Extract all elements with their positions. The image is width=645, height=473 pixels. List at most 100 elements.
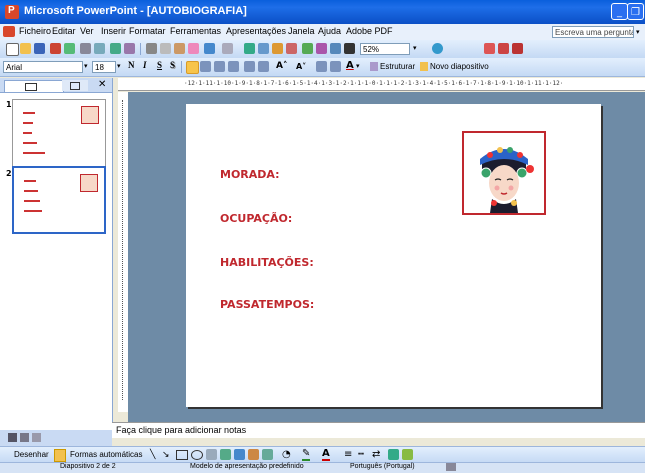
dash-style-icon[interactable]: ┅ xyxy=(358,449,364,460)
portrait-image[interactable] xyxy=(462,131,546,215)
align-right-icon[interactable] xyxy=(214,61,225,72)
font-color-draw-icon[interactable]: A xyxy=(322,448,330,461)
zoom-dropdown-icon[interactable]: ▾ xyxy=(413,44,417,52)
line-style-icon[interactable]: ≡ xyxy=(344,449,352,460)
bullets-icon[interactable] xyxy=(258,61,269,72)
zoom-select[interactable]: 52% xyxy=(360,43,410,55)
color-grayscale-icon[interactable] xyxy=(344,43,355,54)
rectangle-icon[interactable] xyxy=(176,450,188,460)
format-painter-icon[interactable] xyxy=(188,43,199,54)
open-icon[interactable] xyxy=(20,43,31,54)
undo-icon[interactable] xyxy=(204,43,215,54)
menu-inserir[interactable]: Inserir xyxy=(101,26,126,36)
slide-sorter-icon[interactable] xyxy=(20,433,29,442)
menu-formatar[interactable]: Formatar xyxy=(129,26,166,36)
help-search-input[interactable]: Escreva uma pergunta xyxy=(552,26,634,38)
fill-color-icon[interactable]: ◔ xyxy=(282,449,291,460)
print-preview-icon[interactable] xyxy=(94,43,105,54)
diagram-icon[interactable] xyxy=(234,449,245,460)
paste-icon[interactable] xyxy=(174,43,185,54)
line-color-icon[interactable]: ✎ xyxy=(302,449,311,461)
menu-janela[interactable]: Janela xyxy=(288,26,315,36)
grid-icon[interactable] xyxy=(330,43,341,54)
slide-thumbnail-1[interactable] xyxy=(12,99,106,167)
powerpoint-icon[interactable]: P xyxy=(5,5,19,19)
help-icon[interactable] xyxy=(432,43,443,54)
font-color-icon[interactable]: A xyxy=(346,60,354,71)
field-morada[interactable]: MORADA: xyxy=(220,168,280,181)
slide-canvas[interactable]: MORADA: OCUPAÇÃO: HABILITAÇÕES: PASSATEM… xyxy=(186,104,601,407)
justify-icon[interactable] xyxy=(228,61,239,72)
menu-ajuda[interactable]: Ajuda xyxy=(318,26,341,36)
menu-editar[interactable]: Editar xyxy=(52,26,76,36)
align-left-icon[interactable] xyxy=(186,61,199,74)
design-icon[interactable] xyxy=(370,62,378,71)
increase-font-icon[interactable]: A˄ xyxy=(276,61,287,71)
italic-button[interactable]: I xyxy=(143,60,147,70)
menu-ferramentas[interactable]: Ferramentas xyxy=(170,26,221,36)
new-icon[interactable] xyxy=(6,43,19,56)
shadow-button[interactable]: S xyxy=(170,60,175,70)
normal-view-icon[interactable] xyxy=(8,433,17,442)
adobe-pdf-email-icon[interactable] xyxy=(498,43,509,54)
line-icon[interactable]: ╲ xyxy=(150,450,155,460)
tab-slides[interactable] xyxy=(62,80,88,91)
new-slide-icon[interactable] xyxy=(420,62,428,71)
autoshapes-button[interactable]: Formas automáticas xyxy=(70,450,142,459)
redo-icon[interactable] xyxy=(222,43,233,54)
numbering-icon[interactable] xyxy=(244,61,255,72)
menu-apresentacoes[interactable]: Apresentações xyxy=(226,26,286,36)
research-icon[interactable] xyxy=(124,43,135,54)
print-icon[interactable] xyxy=(80,43,91,54)
minimize-icon[interactable]: _ xyxy=(611,3,628,20)
slideshow-icon[interactable] xyxy=(32,433,41,442)
decrease-font-icon[interactable]: A˅ xyxy=(296,62,306,71)
align-center-icon[interactable] xyxy=(200,61,211,72)
insert-table-icon[interactable] xyxy=(258,43,269,54)
document-icon[interactable] xyxy=(3,26,15,37)
adobe-pdf-review-icon[interactable] xyxy=(512,43,523,54)
new-slide-button[interactable]: Novo diapositivo xyxy=(430,62,489,71)
restore-icon[interactable]: ❐ xyxy=(627,3,644,20)
bold-button[interactable]: N xyxy=(128,60,135,70)
spelling-icon[interactable] xyxy=(110,43,121,54)
decrease-indent-icon[interactable] xyxy=(316,61,327,72)
tab-outline[interactable] xyxy=(4,80,64,92)
textbox-icon[interactable] xyxy=(206,449,217,460)
font-size-dropdown-icon[interactable]: ▾ xyxy=(117,62,121,70)
menu-ficheiro[interactable]: Ficheiro xyxy=(19,26,51,36)
hyperlink-icon[interactable] xyxy=(286,43,297,54)
clipart-icon[interactable] xyxy=(248,449,259,460)
picture-icon[interactable] xyxy=(262,449,273,460)
notes-area[interactable]: Faça clique para adicionar notas xyxy=(112,422,645,438)
show-formatting-icon[interactable] xyxy=(316,43,327,54)
save-icon[interactable] xyxy=(34,43,45,54)
underline-button[interactable]: S xyxy=(157,60,162,70)
shadow-style-icon[interactable] xyxy=(388,449,399,460)
select-objects-icon[interactable] xyxy=(54,449,66,462)
wordart-icon[interactable] xyxy=(220,449,231,460)
field-ocupacao[interactable]: OCUPAÇÃO: xyxy=(220,212,292,225)
permission-icon[interactable] xyxy=(50,43,61,54)
close-pane-icon[interactable]: ✕ xyxy=(98,79,106,90)
menu-adobe-pdf[interactable]: Adobe PDF xyxy=(346,26,393,36)
oval-icon[interactable] xyxy=(191,450,203,460)
field-habilitacoes[interactable]: HABILITAÇÕES: xyxy=(220,256,314,269)
increase-indent-icon[interactable] xyxy=(330,61,341,72)
design-button[interactable]: Estruturar xyxy=(380,62,415,71)
email-icon[interactable] xyxy=(64,43,75,54)
help-dropdown-icon[interactable]: ▾ xyxy=(636,28,640,36)
expand-all-icon[interactable] xyxy=(302,43,313,54)
arrow-style-icon[interactable]: ⇄ xyxy=(372,449,380,460)
adobe-pdf-icon[interactable] xyxy=(484,43,495,54)
arrow-icon[interactable]: ↘ xyxy=(162,450,170,460)
insert-chart-icon[interactable] xyxy=(244,43,255,54)
font-dropdown-icon[interactable]: ▾ xyxy=(84,62,88,70)
cut-icon[interactable] xyxy=(146,43,157,54)
draw-menu-button[interactable]: Desenhar xyxy=(14,450,49,459)
menu-ver[interactable]: Ver xyxy=(80,26,94,36)
font-size-select[interactable]: 18 xyxy=(92,61,116,73)
font-select[interactable]: Arial xyxy=(3,61,83,73)
slide-thumbnail-2[interactable] xyxy=(12,166,106,234)
font-color-dropdown-icon[interactable]: ▾ xyxy=(356,62,360,70)
